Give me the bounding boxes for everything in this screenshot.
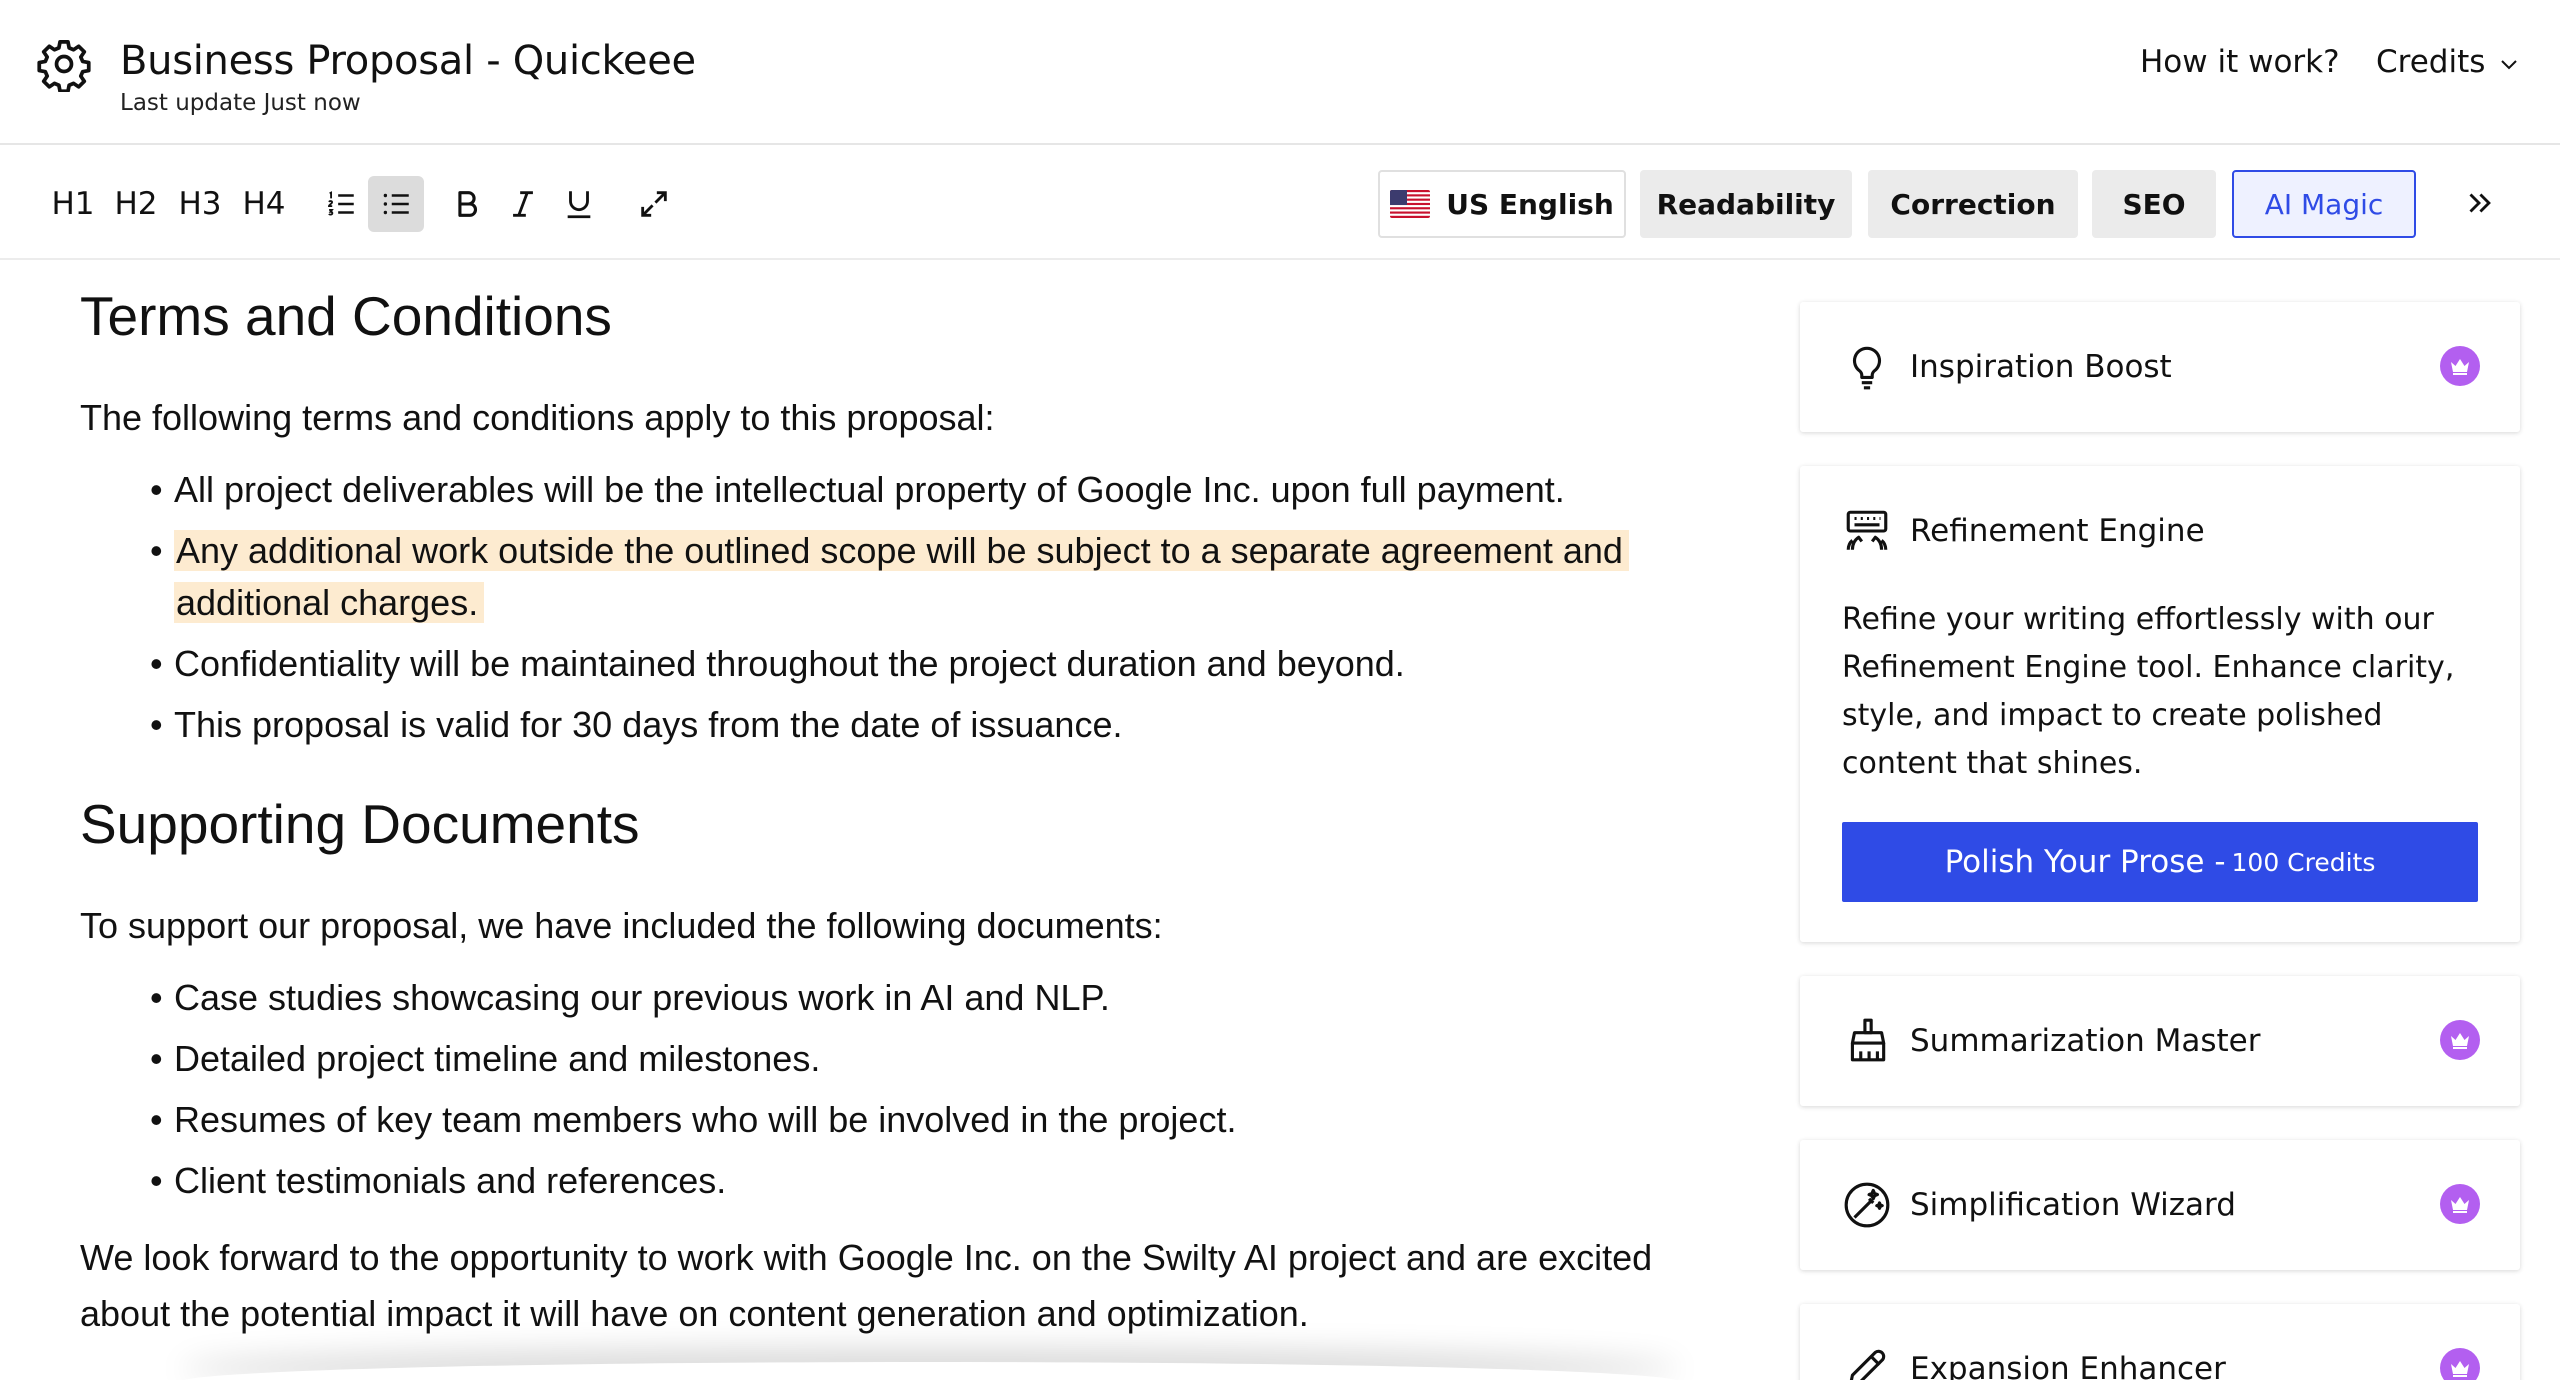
premium-crown-icon: [2440, 346, 2480, 386]
document-title[interactable]: Business Proposal - Quickeee: [120, 38, 696, 84]
editor-toolbar: H1 H2 H3 H4 US English Readability Corre…: [0, 146, 2560, 260]
cta-label: Polish Your Prose -: [1944, 844, 2226, 880]
bold-icon: [458, 191, 477, 217]
list-item: Detailed project timeline and milestones…: [150, 1033, 1670, 1085]
bullet-list-button[interactable]: [368, 176, 424, 232]
lightbulb-icon: [1852, 346, 1882, 390]
gear-icon[interactable]: [36, 36, 92, 92]
terms-list: All project deliverables will be the int…: [150, 464, 1670, 760]
cta-credits: 100 Credits: [2231, 847, 2376, 877]
heading-4-button[interactable]: H4: [238, 176, 290, 232]
card-inspiration-boost[interactable]: Inspiration Boost: [1800, 302, 2520, 432]
underline-button[interactable]: [556, 176, 602, 232]
list-item: Case studies showcasing our previous wor…: [150, 972, 1670, 1024]
card-title: Simplification Wizard: [1910, 1187, 2236, 1223]
last-update-text: Last update Just now: [120, 90, 361, 116]
supporting-docs-intro: To support our proposal, we have include…: [80, 905, 1163, 946]
magic-wand-icon: [1844, 1182, 1890, 1228]
collapse-panel-button[interactable]: [2454, 178, 2504, 228]
app-header: Business Proposal - Quickeee Last update…: [0, 0, 2560, 145]
italic-icon: [513, 191, 533, 217]
heading-2-button[interactable]: H2: [110, 176, 162, 232]
premium-crown-icon: [2440, 1020, 2480, 1060]
brush-icon: [1850, 1018, 1886, 1062]
card-refinement-engine: Refinement Engine Refine your writing ef…: [1800, 466, 2520, 942]
list-item: All project deliverables will be the int…: [150, 464, 1670, 516]
tab-correction[interactable]: Correction: [1868, 170, 2078, 238]
card-summarization-master[interactable]: Summarization Master: [1800, 976, 2520, 1106]
bold-button[interactable]: [444, 176, 490, 232]
card-title: Expansion Enhancer: [1910, 1351, 2226, 1380]
italic-button[interactable]: [500, 176, 546, 232]
how-it-works-link[interactable]: How it work?: [2140, 44, 2340, 80]
card-header: Summarization Master: [1842, 1016, 2260, 1066]
card-title: Summarization Master: [1910, 1023, 2261, 1059]
card-title: Refinement Engine: [1910, 513, 2205, 549]
numbered-list-button[interactable]: [316, 176, 366, 232]
card-header: Inspiration Boost: [1842, 342, 2172, 392]
tab-seo[interactable]: SEO: [2092, 170, 2216, 238]
list-item-highlighted: Any additional work outside the outlined…: [150, 525, 1670, 629]
card-expansion-enhancer[interactable]: Expansion Enhancer: [1800, 1304, 2520, 1380]
numbered-list-icon: [328, 191, 354, 216]
premium-crown-icon: [2440, 1348, 2480, 1380]
card-title: Inspiration Boost: [1910, 349, 2172, 385]
bullet-list-icon: [383, 193, 409, 215]
us-flag-icon: [1390, 190, 1431, 218]
heading-1-button[interactable]: H1: [48, 176, 98, 232]
supporting-docs-list: Case studies showcasing our previous wor…: [150, 972, 1670, 1216]
terms-heading: Terms and Conditions: [80, 285, 612, 347]
tab-ai-magic[interactable]: AI Magic: [2232, 170, 2416, 238]
expand-icon: [641, 191, 667, 217]
chevron-down-icon: [2501, 60, 2518, 70]
highlighted-text[interactable]: Any additional work outside the outlined…: [174, 530, 1629, 623]
keyboard-hands-icon: [1846, 510, 1888, 550]
card-header: Refinement Engine: [1842, 506, 2205, 556]
supporting-docs-heading: Supporting Documents: [80, 793, 640, 855]
language-selector[interactable]: US English: [1378, 170, 1626, 238]
credits-label: Credits: [2376, 44, 2486, 80]
card-header: Expansion Enhancer: [1842, 1344, 2226, 1380]
card-simplification-wizard[interactable]: Simplification Wizard: [1800, 1140, 2520, 1270]
list-item: This proposal is valid for 30 days from …: [150, 699, 1670, 751]
pencil-icon: [1849, 1349, 1886, 1380]
tab-readability[interactable]: Readability: [1640, 170, 1852, 238]
credits-dropdown[interactable]: Credits: [2376, 44, 2521, 80]
polish-prose-button[interactable]: Polish Your Prose -100 Credits: [1842, 822, 2478, 902]
card-description: Refine your writing effortlessly with ou…: [1842, 602, 2455, 781]
terms-intro: The following terms and conditions apply…: [80, 397, 995, 438]
card-header: Simplification Wizard: [1842, 1180, 2236, 1230]
heading-3-button[interactable]: H3: [174, 176, 226, 232]
fullscreen-button[interactable]: [628, 176, 680, 232]
scroll-shadow: [180, 1362, 1680, 1380]
language-label: US English: [1446, 187, 1614, 221]
document-editor[interactable]: Terms and Conditions The following terms…: [0, 262, 1760, 1380]
underline-icon: [567, 191, 591, 219]
list-item: Confidentiality will be maintained throu…: [150, 638, 1670, 690]
list-item: Resumes of key team members who will be …: [150, 1094, 1670, 1146]
premium-crown-icon: [2440, 1184, 2480, 1224]
list-item: Client testimonials and references.: [150, 1155, 1670, 1207]
closing-paragraph: We look forward to the opportunity to wo…: [80, 1237, 1653, 1334]
double-chevron-right-icon: [2469, 193, 2491, 213]
